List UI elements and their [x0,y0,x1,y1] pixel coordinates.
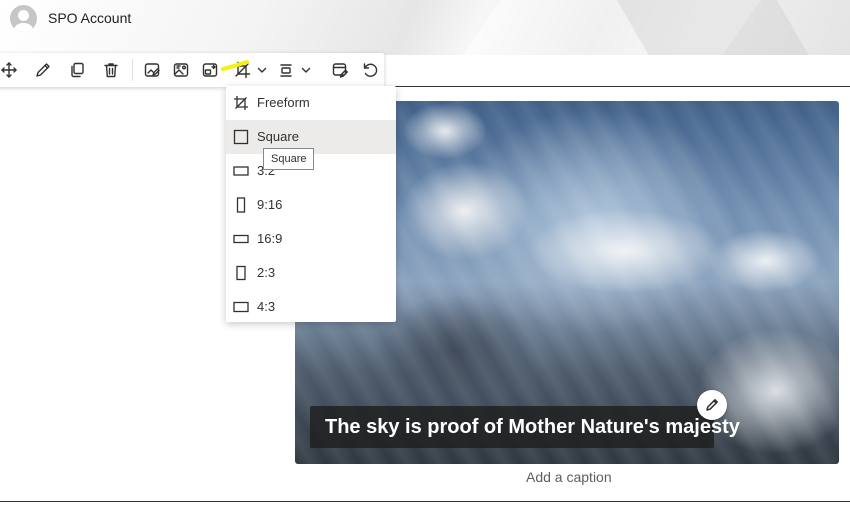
menu-item-label: Freeform [257,95,310,110]
menu-item-label: 2:3 [257,265,276,280]
move-button[interactable] [0,58,21,82]
crop-aspect-menu: Freeform Square 3:2 9:16 16:9 2:3 4:3 [226,86,396,322]
square-tooltip: Square [263,148,315,170]
square-icon [233,129,249,145]
freeform-crop-icon [233,95,249,111]
account-name: SPO Account [48,10,132,26]
portrait-rect-icon [233,265,249,281]
chevron-down-icon [301,67,311,73]
menu-item-label: Square [257,129,299,144]
avatar-head-shape [18,10,29,21]
move-icon [1,62,17,78]
portrait-rect-icon [233,197,249,213]
reset-button[interactable] [358,58,382,82]
image-edit-icon [144,63,160,77]
crop-dropdown-button[interactable] [250,58,274,82]
chevron-down-icon [257,67,267,73]
landscape-rect-icon [233,299,249,315]
replace-image-button[interactable] [198,58,222,82]
page-header: SPO Account [0,0,850,55]
trash-icon [104,63,118,78]
toolbar-separator [132,59,133,81]
landscape-rect-icon [233,163,249,179]
caption-placeholder[interactable]: Add a caption [526,469,612,485]
duplicate-button[interactable] [65,58,89,82]
menu-item-label: 16:9 [257,231,283,246]
image-overlay-text: The sky is proof of Mother Nature's maje… [325,416,740,438]
duplicate-icon [71,62,84,78]
caption-edit-icon [332,63,348,78]
menu-item-label: 9:16 [257,197,283,212]
caption-edit-button[interactable] [328,58,352,82]
undo-icon [363,63,378,77]
landscape-rect-icon [233,231,249,247]
menu-item-4-3[interactable]: 4:3 [226,290,396,324]
menu-item-freeform[interactable]: Freeform [226,86,396,120]
image-toolbar [0,53,384,87]
image-replace-icon [202,63,218,77]
menu-item-16-9[interactable]: 16:9 [226,222,396,256]
alt-text-button[interactable] [169,58,193,82]
menu-item-label: 4:3 [257,299,276,314]
delete-button[interactable] [99,58,123,82]
menu-item-9-16[interactable]: 9:16 [226,188,396,222]
avatar-body-shape [14,23,33,32]
edit-overlay-button[interactable] [697,390,727,420]
pencil-icon [36,63,50,77]
section-divider-bottom [0,501,850,502]
highlight-mark [221,60,249,71]
edit-button[interactable] [31,58,55,82]
pencil-icon [706,399,718,411]
align-dropdown-button[interactable] [294,58,318,82]
image-alt-icon [173,63,189,77]
align-icon [280,64,292,77]
image-edit-button[interactable] [140,58,164,82]
avatar[interactable] [10,5,37,32]
menu-item-2-3[interactable]: 2:3 [226,256,396,290]
